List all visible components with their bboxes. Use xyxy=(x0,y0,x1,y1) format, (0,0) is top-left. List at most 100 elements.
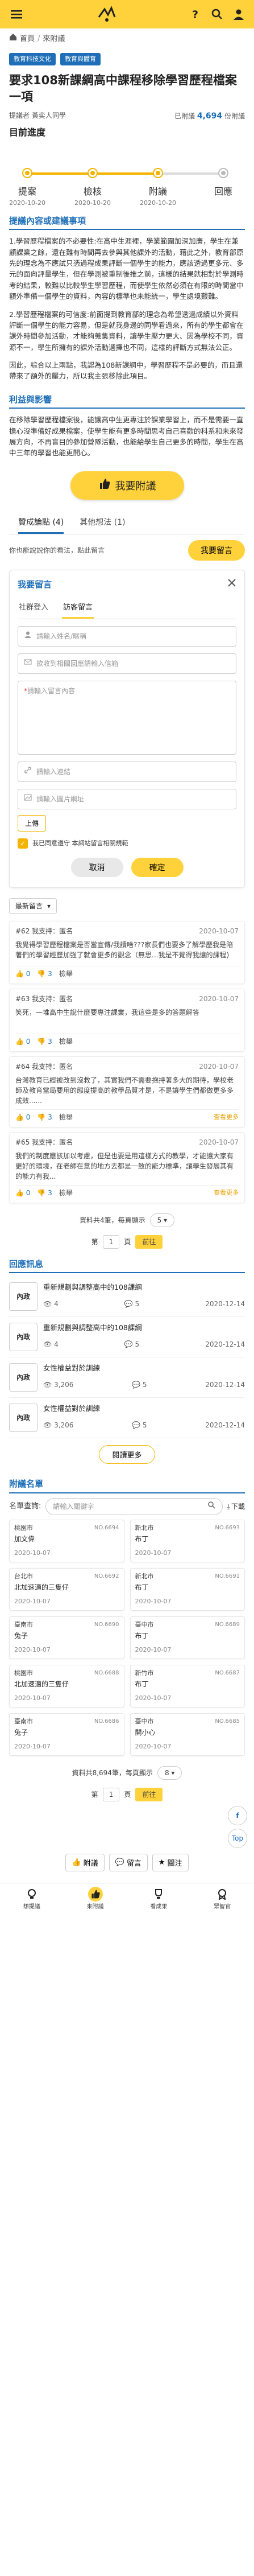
name-field[interactable]: 請輸入姓名/暱稱 xyxy=(18,626,236,647)
card-number: NO.6690 xyxy=(94,1621,119,1628)
close-icon[interactable] xyxy=(227,578,236,591)
floating-buttons: f Top xyxy=(0,1805,247,1848)
card-city: 新北市 xyxy=(135,1524,154,1532)
back-to-top-button[interactable]: Top xyxy=(228,1828,247,1848)
leave-message-button[interactable]: 我要留言 xyxy=(188,540,245,561)
help-icon[interactable]: ? xyxy=(189,8,202,20)
thumb-icon xyxy=(88,1886,103,1902)
dislike-button[interactable]: 👎 3 xyxy=(37,1112,52,1122)
category-tag[interactable]: 教育科技文化 xyxy=(9,52,56,65)
roster-search-input[interactable]: 請輸入關鍵字 xyxy=(45,1497,223,1515)
see-more-link[interactable]: 查看更多 xyxy=(214,1113,239,1122)
sort-select[interactable]: 最新留言 ▾ xyxy=(9,898,57,914)
report-button[interactable]: 檢舉 xyxy=(59,1112,73,1122)
upload-button[interactable]: 上傳 xyxy=(18,814,47,832)
logo-icon[interactable] xyxy=(95,5,118,24)
content-field[interactable]: *請輸入留言內容 xyxy=(18,680,236,755)
page-input[interactable]: 1 xyxy=(102,1787,120,1801)
pager-total: 資料共8,694筆，每頁顯示 xyxy=(72,1768,153,1777)
category-tag[interactable]: 教育與體育 xyxy=(60,52,101,65)
user-icon[interactable] xyxy=(232,8,245,20)
views: 👁 4 xyxy=(43,1339,59,1349)
go-button[interactable]: 前往 xyxy=(135,1234,163,1249)
page-input[interactable]: 1 xyxy=(102,1234,120,1249)
reply-item[interactable]: 內政 女性權益對於訓練 👁 3,206 💬 5 2020-12-14 xyxy=(9,1398,245,1439)
roster-card: 臺中市 NO.6689 布丁 2020-10-07 xyxy=(130,1616,245,1659)
tab-support[interactable]: 贊成論點 (4) xyxy=(18,513,64,534)
image-url-field[interactable]: 請輸入圖片網址 xyxy=(18,788,236,809)
like-count: 0 xyxy=(26,969,31,978)
reply-title: 女性權益對於訓練 xyxy=(43,1404,101,1413)
form-actions: 取消 確定 xyxy=(18,857,236,877)
card-number: NO.6693 xyxy=(215,1524,240,1531)
card-name: 布丁 xyxy=(135,1583,149,1592)
step-label: 檢核 xyxy=(83,186,102,197)
comment-list: #62 我支持：匿名 2020-10-07 我覺得學習歷程檔案是否當宣傳/我讀啥??… xyxy=(0,920,254,1203)
confirm-button[interactable]: 確定 xyxy=(131,857,184,877)
download-button[interactable]: ⤓ 下載 xyxy=(227,1501,245,1512)
action-label: 留言 xyxy=(126,1859,141,1868)
nav-propose[interactable]: 想提議 xyxy=(23,1887,40,1911)
link-field[interactable]: 請輸入連結 xyxy=(18,761,236,782)
nav-officials[interactable]: 眾智官 xyxy=(214,1887,231,1911)
nav-endorse[interactable]: 來附議 xyxy=(86,1886,104,1911)
home-icon[interactable] xyxy=(9,33,17,45)
like-button[interactable]: 👍 0 xyxy=(15,1112,30,1122)
card-number: NO.6687 xyxy=(215,1669,240,1676)
action-comment-button[interactable]: 💬 留言 xyxy=(109,1853,148,1871)
roster-card: 臺南市 NO.6690 兔子 2020-10-07 xyxy=(9,1616,124,1659)
card-date: 2020-10-07 xyxy=(135,1598,172,1606)
report-button[interactable]: 檢舉 xyxy=(59,1188,73,1198)
cancel-button[interactable]: 取消 xyxy=(70,857,123,877)
read-more-button[interactable]: 閱讀更多 xyxy=(99,1445,155,1464)
roster-card: 桃園市 NO.6688 北加速適的三隻仔 2020-10-07 xyxy=(9,1664,124,1707)
reply-item[interactable]: 內政 重新規劃與調整高中的108課綱 👁 4 💬 5 2020-12-14 xyxy=(9,1277,245,1318)
name-placeholder: 請輸入姓名/暱稱 xyxy=(36,632,87,640)
search-placeholder: 請輸入關鍵字 xyxy=(53,1502,94,1511)
step-date: 2020-10-20 xyxy=(140,199,176,207)
report-button[interactable]: 檢舉 xyxy=(59,969,73,979)
go-button[interactable]: 前往 xyxy=(135,1787,163,1801)
comments: 💬 5 xyxy=(124,1299,139,1309)
step-date: 2020-10-20 xyxy=(9,199,45,207)
comment-count: 5 xyxy=(135,1300,140,1308)
tab-guest-comment[interactable]: 訪客留言 xyxy=(62,599,94,619)
reply-meta: 👁 3,206 💬 5 2020-12-14 xyxy=(43,1380,245,1390)
card-top: 臺中市 NO.6689 xyxy=(135,1620,240,1630)
nav-results[interactable]: 看成果 xyxy=(150,1887,167,1911)
action-endorse-button[interactable]: 👍 附議 xyxy=(65,1853,105,1871)
reply-item[interactable]: 內政 重新規劃與調整高中的108課綱 👁 4 💬 5 2020-12-14 xyxy=(9,1317,245,1358)
see-more-link[interactable]: 查看更多 xyxy=(214,1188,239,1198)
comment-item: #63 我支持：匿名 2020-10-07 笑死，一堆高中生說什麼要專注課業，我這些… xyxy=(9,988,245,1052)
search-icon[interactable] xyxy=(211,8,223,20)
like-button[interactable]: 👍 0 xyxy=(15,1036,30,1047)
tab-social-login[interactable]: 社群登入 xyxy=(18,599,49,619)
dislike-button[interactable]: 👎 3 xyxy=(37,1188,52,1198)
reply-item[interactable]: 內政 女性權益對於訓練 👁 3,206 💬 5 2020-12-14 xyxy=(9,1357,245,1398)
card-date: 2020-10-07 xyxy=(135,1694,172,1702)
reply-text: 女性權益對於訓練 👁 3,206 💬 5 2020-12-14 xyxy=(43,1404,245,1432)
star-icon: ★ xyxy=(158,1858,165,1867)
endorse-button[interactable]: 我要附議 xyxy=(70,471,184,500)
reply-title: 重新規劃與調整高中的108課綱 xyxy=(43,1323,142,1332)
facebook-share-icon[interactable]: f xyxy=(228,1805,247,1825)
report-button[interactable]: 檢舉 xyxy=(59,1036,73,1047)
action-follow-button[interactable]: ★ 關注 xyxy=(152,1853,189,1871)
dislike-button[interactable]: 👎 3 xyxy=(37,1036,52,1047)
menu-icon[interactable] xyxy=(9,7,24,22)
card-city: 台北市 xyxy=(14,1572,33,1580)
per-page-select[interactable]: 8 ▾ xyxy=(157,1766,182,1780)
dislike-button[interactable]: 👎 3 xyxy=(37,969,52,979)
search-icon[interactable] xyxy=(207,1501,215,1512)
agree-checkbox[interactable]: ✓ xyxy=(18,838,28,849)
per-page-select[interactable]: 5 ▾ xyxy=(149,1213,175,1227)
nav-label: 來附議 xyxy=(86,1903,104,1910)
email-field[interactable]: 欲收到相關回應請輸入信箱 xyxy=(18,653,236,674)
dislike-count: 3 xyxy=(48,1113,52,1121)
per-page-value: 8 xyxy=(164,1768,169,1777)
tab-other[interactable]: 其他想法 (1) xyxy=(80,513,125,534)
like-button[interactable]: 👍 0 xyxy=(15,969,30,979)
comment-count: 5 xyxy=(142,1421,147,1430)
like-button[interactable]: 👍 0 xyxy=(15,1188,30,1198)
breadcrumb-home[interactable]: 首頁 xyxy=(20,34,35,45)
